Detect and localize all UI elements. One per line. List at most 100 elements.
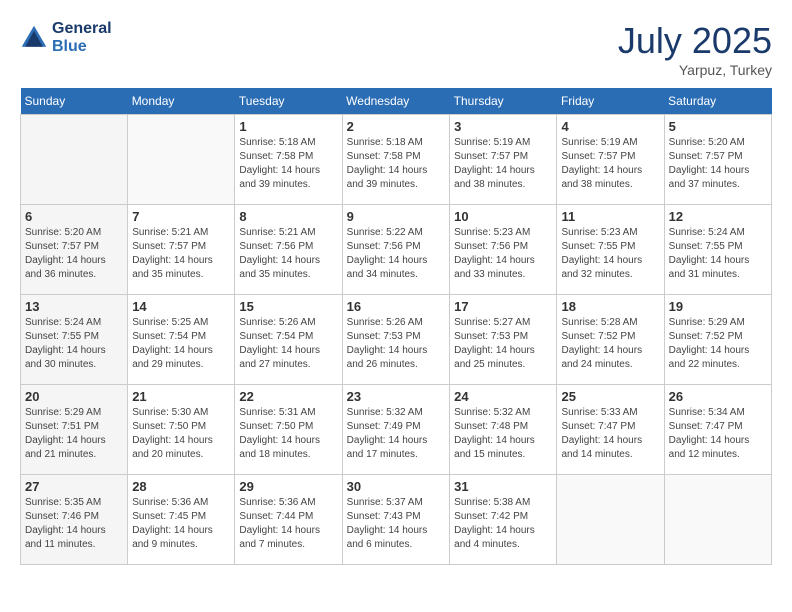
day-number: 28 <box>132 479 230 494</box>
day-number: 18 <box>561 299 659 314</box>
calendar-cell: 15 Sunrise: 5:26 AM Sunset: 7:54 PM Dayli… <box>235 295 342 385</box>
day-info: Sunrise: 5:20 AM Sunset: 7:57 PM Dayligh… <box>669 136 767 192</box>
calendar-week-2: 6Sunrise: 5:20 AM Sunset: 7:57 PM Daylig… <box>21 205 772 295</box>
calendar-cell: 21Sunrise: 5:30 AM Sunset: 7:50 PM Dayli… <box>128 385 235 475</box>
day-number: 15 <box>239 299 337 314</box>
calendar-cell: 5 Sunrise: 5:20 AM Sunset: 7:57 PM Daylig… <box>664 115 771 205</box>
day-number: 23 <box>347 389 446 404</box>
title-block: July 2025 Yarpuz, Turkey <box>618 20 772 78</box>
day-info: Sunrise: 5:36 AM Sunset: 7:45 PM Dayligh… <box>132 496 230 552</box>
calendar-cell: 8 Sunrise: 5:21 AM Sunset: 7:56 PM Daylig… <box>235 205 342 295</box>
day-info: Sunrise: 5:22 AM Sunset: 7:56 PM Dayligh… <box>347 226 446 282</box>
calendar-cell: 16 Sunrise: 5:26 AM Sunset: 7:53 PM Dayli… <box>342 295 450 385</box>
day-number: 19 <box>669 299 767 314</box>
day-info: Sunrise: 5:24 AM Sunset: 7:55 PM Dayligh… <box>25 316 123 372</box>
calendar-cell <box>21 115 128 205</box>
calendar-cell: 23 Sunrise: 5:32 AM Sunset: 7:49 PM Dayli… <box>342 385 450 475</box>
calendar-week-4: 20 Sunrise: 5:29 AM Sunset: 7:51 PM Dayli… <box>21 385 772 475</box>
day-info: Sunrise: 5:32 AM Sunset: 7:49 PM Dayligh… <box>347 406 446 462</box>
day-number: 8 <box>239 209 337 224</box>
day-number: 4 <box>561 119 659 134</box>
calendar-cell: 22Sunrise: 5:31 AM Sunset: 7:50 PM Dayli… <box>235 385 342 475</box>
day-info: Sunrise: 5:31 AM Sunset: 7:50 PM Dayligh… <box>239 406 337 462</box>
calendar-cell: 1 Sunrise: 5:18 AM Sunset: 7:58 PM Daylig… <box>235 115 342 205</box>
day-number: 9 <box>347 209 446 224</box>
day-info: Sunrise: 5:25 AM Sunset: 7:54 PM Dayligh… <box>132 316 230 372</box>
day-number: 1 <box>239 119 337 134</box>
calendar-cell: 19 Sunrise: 5:29 AM Sunset: 7:52 PM Dayli… <box>664 295 771 385</box>
day-info: Sunrise: 5:32 AM Sunset: 7:48 PM Dayligh… <box>454 406 552 462</box>
day-info: Sunrise: 5:26 AM Sunset: 7:53 PM Dayligh… <box>347 316 446 372</box>
day-info: Sunrise: 5:28 AM Sunset: 7:52 PM Dayligh… <box>561 316 659 372</box>
month-title: July 2025 <box>618 20 772 62</box>
calendar-cell: 24 Sunrise: 5:32 AM Sunset: 7:48 PM Dayli… <box>450 385 557 475</box>
day-number: 12 <box>669 209 767 224</box>
day-info: Sunrise: 5:23 AM Sunset: 7:55 PM Dayligh… <box>561 226 659 282</box>
day-info: Sunrise: 5:29 AM Sunset: 7:51 PM Dayligh… <box>25 406 123 462</box>
day-number: 31 <box>454 479 552 494</box>
day-number: 26 <box>669 389 767 404</box>
calendar-cell: 3 Sunrise: 5:19 AM Sunset: 7:57 PM Daylig… <box>450 115 557 205</box>
day-number: 30 <box>347 479 446 494</box>
calendar-cell: 29 Sunrise: 5:36 AM Sunset: 7:44 PM Dayli… <box>235 475 342 565</box>
calendar-cell: 17Sunrise: 5:27 AM Sunset: 7:53 PM Dayli… <box>450 295 557 385</box>
calendar-cell: 26Sunrise: 5:34 AM Sunset: 7:47 PM Dayli… <box>664 385 771 475</box>
day-info: Sunrise: 5:38 AM Sunset: 7:42 PM Dayligh… <box>454 496 552 552</box>
calendar-cell: 11 Sunrise: 5:23 AM Sunset: 7:55 PM Dayli… <box>557 205 664 295</box>
day-number: 29 <box>239 479 337 494</box>
calendar-cell: 7 Sunrise: 5:21 AM Sunset: 7:57 PM Daylig… <box>128 205 235 295</box>
calendar-cell: 30Sunrise: 5:37 AM Sunset: 7:43 PM Dayli… <box>342 475 450 565</box>
day-number: 5 <box>669 119 767 134</box>
calendar-cell <box>664 475 771 565</box>
day-info: Sunrise: 5:19 AM Sunset: 7:57 PM Dayligh… <box>561 136 659 192</box>
calendar-cell <box>557 475 664 565</box>
day-number: 25 <box>561 389 659 404</box>
calendar-cell: 2 Sunrise: 5:18 AM Sunset: 7:58 PM Daylig… <box>342 115 450 205</box>
weekday-header-row: SundayMondayTuesdayWednesdayThursdayFrid… <box>21 88 772 115</box>
day-number: 11 <box>561 209 659 224</box>
weekday-header-thursday: Thursday <box>450 88 557 115</box>
day-number: 3 <box>454 119 552 134</box>
day-number: 2 <box>347 119 446 134</box>
page-header: General Blue July 2025 Yarpuz, Turkey <box>20 20 772 78</box>
calendar-week-1: 1 Sunrise: 5:18 AM Sunset: 7:58 PM Daylig… <box>21 115 772 205</box>
day-number: 16 <box>347 299 446 314</box>
calendar-cell: 9 Sunrise: 5:22 AM Sunset: 7:56 PM Daylig… <box>342 205 450 295</box>
calendar-cell: 6Sunrise: 5:20 AM Sunset: 7:57 PM Daylig… <box>21 205 128 295</box>
day-number: 7 <box>132 209 230 224</box>
day-number: 24 <box>454 389 552 404</box>
weekday-header-monday: Monday <box>128 88 235 115</box>
logo-icon <box>20 24 48 52</box>
weekday-header-wednesday: Wednesday <box>342 88 450 115</box>
day-info: Sunrise: 5:19 AM Sunset: 7:57 PM Dayligh… <box>454 136 552 192</box>
day-info: Sunrise: 5:36 AM Sunset: 7:44 PM Dayligh… <box>239 496 337 552</box>
calendar-cell: 10 Sunrise: 5:23 AM Sunset: 7:56 PM Dayli… <box>450 205 557 295</box>
day-info: Sunrise: 5:27 AM Sunset: 7:53 PM Dayligh… <box>454 316 552 372</box>
calendar-cell: 20 Sunrise: 5:29 AM Sunset: 7:51 PM Dayli… <box>21 385 128 475</box>
calendar-cell: 4 Sunrise: 5:19 AM Sunset: 7:57 PM Daylig… <box>557 115 664 205</box>
calendar-cell: 28 Sunrise: 5:36 AM Sunset: 7:45 PM Dayli… <box>128 475 235 565</box>
calendar-week-5: 27Sunrise: 5:35 AM Sunset: 7:46 PM Dayli… <box>21 475 772 565</box>
day-info: Sunrise: 5:20 AM Sunset: 7:57 PM Dayligh… <box>25 226 123 282</box>
weekday-header-saturday: Saturday <box>664 88 771 115</box>
day-number: 20 <box>25 389 123 404</box>
logo: General Blue <box>20 20 112 55</box>
day-info: Sunrise: 5:18 AM Sunset: 7:58 PM Dayligh… <box>239 136 337 192</box>
day-number: 10 <box>454 209 552 224</box>
calendar-table: SundayMondayTuesdayWednesdayThursdayFrid… <box>20 88 772 565</box>
day-info: Sunrise: 5:21 AM Sunset: 7:57 PM Dayligh… <box>132 226 230 282</box>
day-info: Sunrise: 5:29 AM Sunset: 7:52 PM Dayligh… <box>669 316 767 372</box>
day-info: Sunrise: 5:23 AM Sunset: 7:56 PM Dayligh… <box>454 226 552 282</box>
day-info: Sunrise: 5:24 AM Sunset: 7:55 PM Dayligh… <box>669 226 767 282</box>
calendar-cell: 27Sunrise: 5:35 AM Sunset: 7:46 PM Dayli… <box>21 475 128 565</box>
day-info: Sunrise: 5:18 AM Sunset: 7:58 PM Dayligh… <box>347 136 446 192</box>
weekday-header-friday: Friday <box>557 88 664 115</box>
weekday-header-tuesday: Tuesday <box>235 88 342 115</box>
calendar-body: 1 Sunrise: 5:18 AM Sunset: 7:58 PM Daylig… <box>21 115 772 565</box>
day-info: Sunrise: 5:21 AM Sunset: 7:56 PM Dayligh… <box>239 226 337 282</box>
calendar-cell: 25Sunrise: 5:33 AM Sunset: 7:47 PM Dayli… <box>557 385 664 475</box>
calendar-header: SundayMondayTuesdayWednesdayThursdayFrid… <box>21 88 772 115</box>
calendar-week-3: 13Sunrise: 5:24 AM Sunset: 7:55 PM Dayli… <box>21 295 772 385</box>
calendar-cell: 13Sunrise: 5:24 AM Sunset: 7:55 PM Dayli… <box>21 295 128 385</box>
day-info: Sunrise: 5:26 AM Sunset: 7:54 PM Dayligh… <box>239 316 337 372</box>
